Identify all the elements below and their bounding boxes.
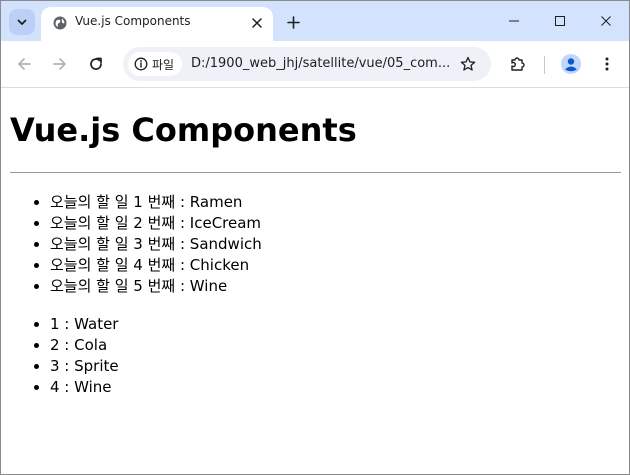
browser-window: Vue.js Components 파일 D:/1900_web_jhj/sat… — [0, 0, 630, 475]
close-icon — [252, 18, 262, 28]
tab-title: Vue.js Components — [75, 14, 191, 28]
page-content: Vue.js Components 오늘의 할 일 1 번째 : Ramen 오… — [1, 88, 629, 474]
forward-button[interactable] — [48, 52, 72, 76]
drink-item: 1 : Water — [50, 314, 119, 335]
site-info-label: 파일 — [152, 57, 175, 72]
new-tab-button[interactable] — [281, 10, 305, 34]
drink-item: 3 : Sprite — [50, 356, 119, 377]
drink-item: 4 : Wine — [50, 377, 119, 398]
active-tab[interactable]: Vue.js Components — [41, 7, 273, 41]
todo-item: 오늘의 할 일 3 번째 : Sandwich — [50, 234, 262, 255]
reload-icon — [90, 57, 102, 70]
globe-icon — [53, 16, 67, 30]
minimize-window-button[interactable] — [491, 1, 537, 41]
minimize-icon — [509, 20, 519, 22]
reload-button[interactable] — [84, 52, 108, 76]
drink-list: 1 : Water 2 : Cola 3 : Sprite 4 : Wine — [10, 314, 119, 398]
divider — [10, 172, 621, 173]
todo-item: 오늘의 할 일 5 번째 : Wine — [50, 276, 262, 297]
drink-item: 2 : Cola — [50, 335, 119, 356]
chevron-down-icon — [17, 19, 27, 25]
todo-item: 오늘의 할 일 4 번째 : Chicken — [50, 255, 262, 276]
todo-item: 오늘의 할 일 2 번째 : IceCream — [50, 213, 262, 234]
star-icon — [460, 56, 476, 71]
maximize-window-button[interactable] — [537, 1, 583, 41]
todo-item: 오늘의 할 일 1 번째 : Ramen — [50, 192, 262, 213]
person-icon — [561, 54, 581, 74]
page-title: Vue.js Components — [10, 111, 357, 149]
plus-icon — [286, 15, 300, 29]
back-button[interactable] — [12, 52, 36, 76]
kebab-menu-icon — [605, 57, 609, 71]
bookmark-button[interactable] — [458, 54, 478, 74]
url-text[interactable]: D:/1900_web_jhj/satellite/vue/05_com... — [191, 56, 450, 71]
address-bar[interactable]: 파일 D:/1900_web_jhj/satellite/vue/05_com.… — [123, 47, 491, 81]
puzzle-icon — [511, 57, 525, 71]
tab-search-button[interactable] — [9, 9, 35, 35]
todo-list: 오늘의 할 일 1 번째 : Ramen 오늘의 할 일 2 번째 : IceC… — [10, 192, 262, 297]
extensions-button[interactable] — [506, 52, 530, 76]
tab-close-button[interactable] — [247, 13, 267, 33]
maximize-icon — [555, 16, 565, 26]
arrow-left-icon — [18, 58, 31, 70]
close-icon — [601, 16, 611, 26]
site-info-chip[interactable]: 파일 — [128, 52, 183, 76]
profile-button[interactable] — [559, 52, 583, 76]
arrow-right-icon — [53, 58, 66, 70]
info-icon — [134, 57, 148, 71]
toolbar-divider — [544, 56, 545, 74]
browser-menu-button[interactable] — [595, 52, 619, 76]
browser-toolbar: 파일 D:/1900_web_jhj/satellite/vue/05_com.… — [1, 41, 629, 88]
close-window-button[interactable] — [583, 1, 629, 41]
